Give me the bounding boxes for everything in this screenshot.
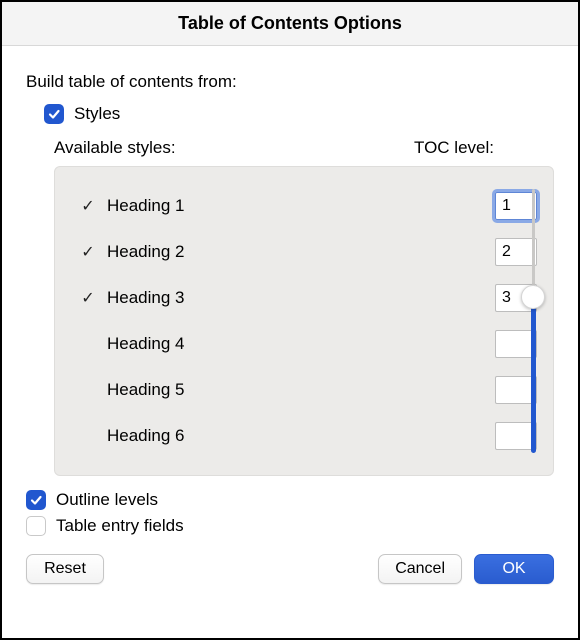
style-row: ✓ Heading 1 bbox=[75, 183, 537, 229]
style-check-icon: ✓ bbox=[75, 196, 101, 216]
dialog-titlebar: Table of Contents Options bbox=[2, 2, 578, 46]
styles-listbox: ✓ Heading 1 ✓ Heading 2 ✓ Heading 3 Head… bbox=[54, 166, 554, 476]
outline-levels-checkbox[interactable] bbox=[26, 490, 46, 510]
build-from-label: Build table of contents from: bbox=[26, 72, 554, 92]
styles-checkbox-row[interactable]: Styles bbox=[44, 104, 554, 124]
style-name: Heading 4 bbox=[101, 334, 495, 354]
style-row: ✓ Heading 2 bbox=[75, 229, 537, 275]
button-spacer bbox=[116, 554, 366, 584]
style-row: Heading 4 bbox=[75, 321, 537, 367]
outline-levels-label: Outline levels bbox=[56, 490, 158, 510]
dialog-title: Table of Contents Options bbox=[178, 13, 402, 34]
available-styles-label: Available styles: bbox=[54, 138, 414, 158]
table-entry-fields-checkbox[interactable] bbox=[26, 516, 46, 536]
scroll-fill bbox=[531, 297, 536, 453]
style-row: Heading 6 bbox=[75, 413, 537, 459]
cancel-button[interactable]: Cancel bbox=[378, 554, 462, 584]
style-name: Heading 5 bbox=[101, 380, 495, 400]
styles-scrollbar[interactable] bbox=[523, 185, 543, 457]
bottom-checkboxes: Outline levels Table entry fields bbox=[26, 490, 554, 536]
dialog-content: Build table of contents from: Styles Ava… bbox=[2, 46, 578, 602]
toc-level-label: TOC level: bbox=[414, 138, 554, 158]
style-check-icon: ✓ bbox=[75, 242, 101, 262]
styles-checkbox[interactable] bbox=[44, 104, 64, 124]
table-entry-fields-row[interactable]: Table entry fields bbox=[26, 516, 554, 536]
style-name: Heading 2 bbox=[101, 242, 495, 262]
style-check-icon: ✓ bbox=[75, 288, 101, 308]
reset-button[interactable]: Reset bbox=[26, 554, 104, 584]
styles-columns-header: Available styles: TOC level: bbox=[54, 138, 554, 158]
checkmark-icon bbox=[47, 107, 61, 121]
styles-checkbox-label: Styles bbox=[74, 104, 120, 124]
checkmark-icon bbox=[29, 493, 43, 507]
ok-button[interactable]: OK bbox=[474, 554, 554, 584]
scroll-thumb[interactable] bbox=[521, 285, 545, 309]
outline-levels-row[interactable]: Outline levels bbox=[26, 490, 554, 510]
dialog-button-row: Reset Cancel OK bbox=[26, 554, 554, 584]
style-name: Heading 1 bbox=[101, 196, 495, 216]
style-name: Heading 3 bbox=[101, 288, 495, 308]
style-row: ✓ Heading 3 bbox=[75, 275, 537, 321]
table-entry-fields-label: Table entry fields bbox=[56, 516, 184, 536]
style-row: Heading 5 bbox=[75, 367, 537, 413]
style-name: Heading 6 bbox=[101, 426, 495, 446]
